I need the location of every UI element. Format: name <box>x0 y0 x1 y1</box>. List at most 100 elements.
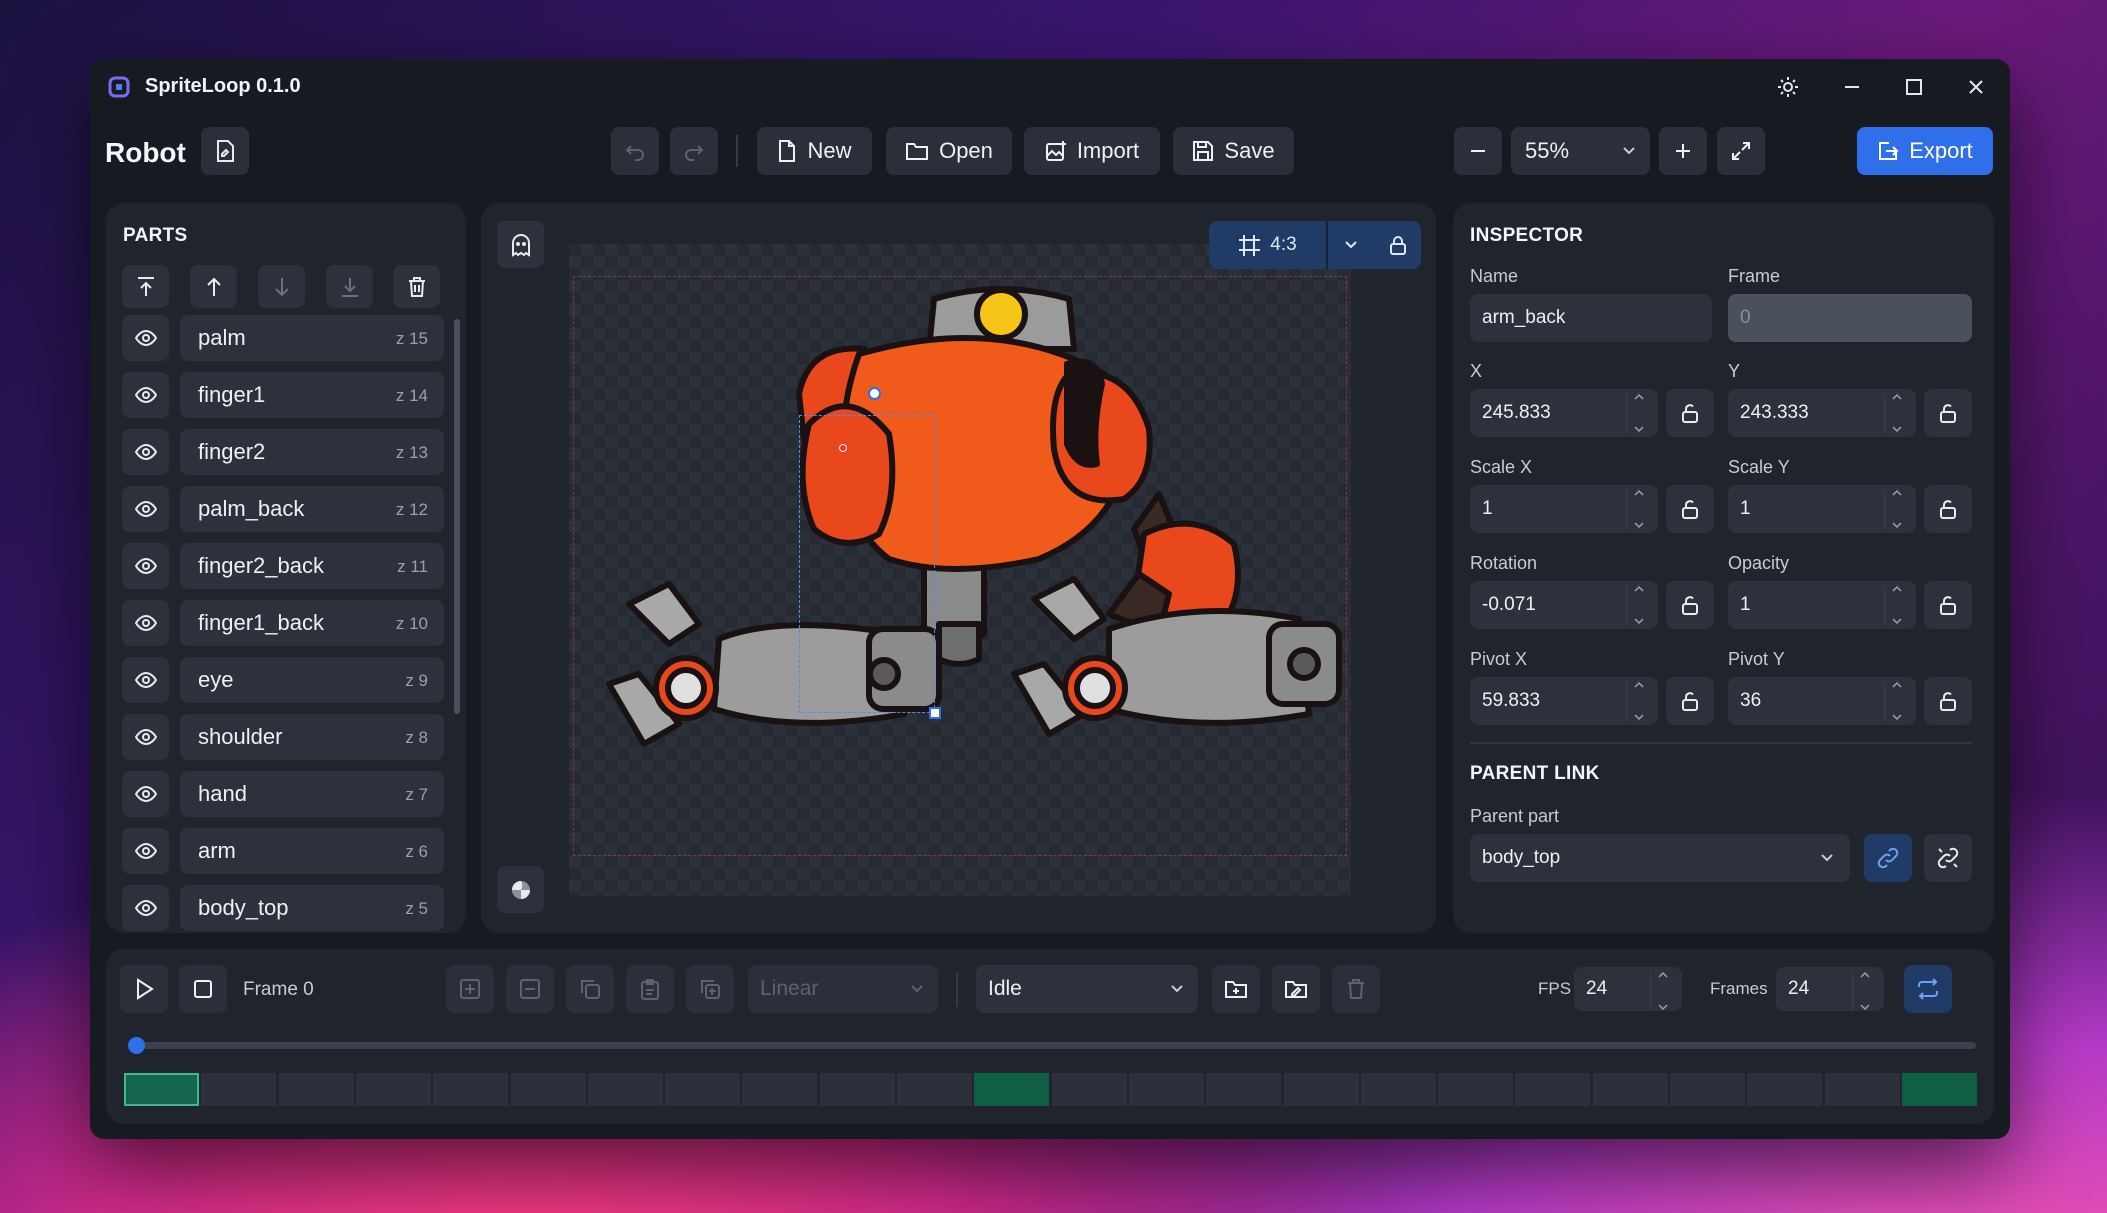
paste-keyframe-button[interactable] <box>626 965 674 1013</box>
part-row[interactable]: finger2 z 13 <box>122 429 444 475</box>
move-down-button[interactable] <box>258 265 305 308</box>
frame-cell[interactable] <box>1901 1073 1977 1106</box>
pivoty-input[interactable]: 36 <box>1728 677 1916 725</box>
frame-cell[interactable] <box>974 1073 1050 1106</box>
y-input[interactable]: 243.333 <box>1728 389 1916 437</box>
scale-handle[interactable] <box>929 707 941 719</box>
part-name-button[interactable]: palm z 15 <box>180 315 444 361</box>
add-keyframe-button[interactable] <box>446 965 494 1013</box>
frame-cell[interactable] <box>742 1073 818 1106</box>
visibility-eye-icon[interactable] <box>122 429 169 475</box>
rotate-handle[interactable] <box>868 387 881 400</box>
pivoty-stepper[interactable] <box>1884 681 1908 721</box>
frame-cell[interactable] <box>201 1073 277 1106</box>
unlink-parent-button[interactable] <box>1924 834 1972 882</box>
rename-animation-button[interactable] <box>1272 965 1320 1013</box>
frame-cell[interactable] <box>1283 1073 1359 1106</box>
redo-button[interactable] <box>670 127 718 175</box>
rotation-input[interactable]: -0.071 <box>1470 581 1658 629</box>
frame-cell[interactable] <box>819 1073 895 1106</box>
minimize-icon[interactable] <box>1828 65 1876 109</box>
part-row[interactable]: palm z 15 <box>122 315 444 361</box>
play-button[interactable] <box>120 965 168 1013</box>
frame-cell[interactable] <box>355 1073 431 1106</box>
pivotx-stepper[interactable] <box>1626 681 1650 721</box>
visibility-eye-icon[interactable] <box>122 315 169 361</box>
selection-box[interactable] <box>799 415 935 713</box>
scaley-lock-icon[interactable] <box>1924 485 1972 533</box>
frame-cell[interactable] <box>665 1073 741 1106</box>
rotation-stepper[interactable] <box>1626 585 1650 625</box>
pivotx-input[interactable]: 59.833 <box>1470 677 1658 725</box>
frame-cell[interactable] <box>587 1073 663 1106</box>
open-button[interactable]: Open <box>886 127 1012 175</box>
scaley-stepper[interactable] <box>1884 489 1908 529</box>
easing-select[interactable]: Linear <box>748 965 938 1013</box>
frame-cell[interactable] <box>1051 1073 1127 1106</box>
part-row[interactable]: finger2_back z 11 <box>122 543 444 589</box>
scalex-input[interactable]: 1 <box>1470 485 1658 533</box>
part-name-button[interactable]: shoulder z 8 <box>180 714 444 760</box>
frame-cell[interactable] <box>1592 1073 1668 1106</box>
undo-button[interactable] <box>611 127 659 175</box>
opacity-stepper[interactable] <box>1884 585 1908 625</box>
fps-input[interactable]: 24 <box>1574 967 1682 1011</box>
delete-part-button[interactable] <box>393 265 440 308</box>
frame-cell[interactable] <box>124 1073 199 1106</box>
onion-skin-ghost-button[interactable] <box>497 221 544 268</box>
aspect-dropdown-chevron-icon[interactable] <box>1328 221 1374 269</box>
frame-cell[interactable] <box>510 1073 586 1106</box>
zoom-select[interactable]: 55% <box>1511 127 1650 175</box>
link-parent-button[interactable] <box>1864 834 1912 882</box>
visibility-eye-icon[interactable] <box>122 486 169 532</box>
frame-cell[interactable] <box>1670 1073 1745 1106</box>
frame-cell[interactable] <box>278 1073 354 1106</box>
pivoty-lock-icon[interactable] <box>1924 677 1972 725</box>
move-to-bottom-button[interactable] <box>326 265 373 308</box>
frame-cell[interactable] <box>1128 1073 1204 1106</box>
animation-select[interactable]: Idle <box>976 965 1198 1013</box>
part-name-button[interactable]: finger2 z 13 <box>180 429 444 475</box>
timeline-scrubber-track[interactable] <box>130 1042 1976 1049</box>
scaley-input[interactable]: 1 <box>1728 485 1916 533</box>
part-name-button[interactable]: eye z 9 <box>180 657 444 703</box>
part-row[interactable]: shoulder z 8 <box>122 714 444 760</box>
name-input[interactable]: arm_back <box>1470 294 1712 342</box>
part-name-button[interactable]: body_top z 5 <box>180 885 444 931</box>
maximize-icon[interactable] <box>1890 65 1938 109</box>
visibility-eye-icon[interactable] <box>122 828 169 874</box>
visibility-eye-icon[interactable] <box>122 600 169 646</box>
frame-cell[interactable] <box>1206 1073 1282 1106</box>
checkerboard-toggle-button[interactable] <box>497 866 544 913</box>
rename-project-button[interactable] <box>201 127 249 175</box>
loop-toggle-button[interactable] <box>1904 965 1952 1013</box>
move-up-button[interactable] <box>190 265 237 308</box>
frame-cell[interactable] <box>1747 1073 1823 1106</box>
frame-cell[interactable] <box>433 1073 509 1106</box>
x-stepper[interactable] <box>1626 393 1650 433</box>
import-button[interactable]: Import <box>1024 127 1160 175</box>
visibility-eye-icon[interactable] <box>122 657 169 703</box>
x-input[interactable]: 245.833 <box>1470 389 1658 437</box>
scalex-stepper[interactable] <box>1626 489 1650 529</box>
delete-animation-button[interactable] <box>1332 965 1380 1013</box>
part-name-button[interactable]: finger1 z 14 <box>180 372 444 418</box>
fit-screen-button[interactable] <box>1717 127 1765 175</box>
remove-keyframe-button[interactable] <box>506 965 554 1013</box>
new-animation-button[interactable] <box>1212 965 1260 1013</box>
aspect-ratio-button[interactable]: 4:3 <box>1209 221 1326 269</box>
move-to-top-button[interactable] <box>122 265 169 308</box>
pivot-point[interactable] <box>839 444 847 452</box>
scalex-lock-icon[interactable] <box>1666 485 1714 533</box>
save-button[interactable]: Save <box>1173 127 1294 175</box>
part-row[interactable]: finger1_back z 10 <box>122 600 444 646</box>
aspect-lock-icon[interactable] <box>1374 221 1421 269</box>
part-row[interactable]: arm z 6 <box>122 828 444 874</box>
timeline-scrubber-thumb[interactable] <box>128 1037 145 1054</box>
opacity-lock-icon[interactable] <box>1924 581 1972 629</box>
duplicate-keyframe-button[interactable] <box>686 965 734 1013</box>
frame-cell[interactable] <box>1824 1073 1900 1106</box>
frames-input[interactable]: 24 <box>1776 967 1884 1011</box>
visibility-eye-icon[interactable] <box>122 372 169 418</box>
part-name-button[interactable]: finger1_back z 10 <box>180 600 444 646</box>
